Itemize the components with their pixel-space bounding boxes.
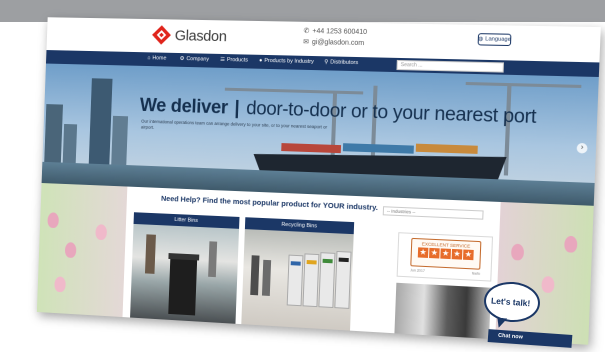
search-input[interactable]: Search ... — [396, 59, 505, 73]
building-shape — [44, 104, 63, 163]
product-card-litter-bins[interactable]: Litter Bins — [130, 212, 240, 324]
home-icon: ⌂ — [147, 55, 151, 62]
envelope-icon: ✉ — [303, 38, 310, 46]
star-icon: ★ — [429, 247, 440, 259]
cargo-stack — [342, 143, 414, 154]
building-shape — [88, 78, 113, 165]
badge-source: feefo — [471, 271, 481, 276]
cargo-stack — [281, 143, 342, 154]
logo-wordmark: Glasdon — [174, 26, 227, 45]
tulip-decoration — [564, 235, 578, 253]
email-row[interactable]: ✉ gi@glasdon.com — [303, 37, 367, 49]
nav-item-label: Products — [226, 57, 249, 64]
star-icon: ★ — [451, 248, 463, 260]
glasdon-logo[interactable]: Glasdon — [152, 25, 227, 46]
feefo-badge: EXCELLENT SERVICE ★ ★ ★ ★ ★ — [410, 237, 482, 270]
email-address: gi@glasdon.com — [311, 38, 365, 48]
litter-bin-photo — [130, 223, 240, 324]
nav-item-label: Products by Industry — [264, 57, 314, 66]
cargo-stack — [415, 143, 478, 154]
nav-item-distributors[interactable]: ⚲ Distributors — [324, 59, 358, 66]
map-pin-icon: ⚲ — [324, 59, 329, 66]
crane-leg — [503, 83, 512, 176]
hero-title-bold: We deliver — [139, 95, 229, 119]
hero-banner: We deliver | door-to-door or to your nea… — [41, 63, 599, 206]
review-badge-box[interactable]: EXCELLENT SERVICE ★ ★ ★ ★ ★ Jun 2017 fee… — [396, 232, 494, 282]
nav-item-label: Distributors — [330, 59, 359, 67]
help-title: Need Help? Find the most popular product… — [160, 193, 379, 213]
tulip-decoration — [54, 276, 66, 293]
industry-select[interactable]: -- Industries -- — [382, 206, 484, 220]
nav-item-home[interactable]: ⌂ Home — [147, 55, 166, 61]
star-icon: ★ — [440, 248, 452, 260]
tulip-decoration — [64, 242, 77, 259]
nav-item-products[interactable]: ☰ Products — [220, 57, 248, 64]
nav-item-label: Company — [186, 56, 210, 63]
nav-item-company[interactable]: ⚙ Company — [180, 56, 210, 63]
globe-icon: ● — [258, 57, 263, 64]
list-icon: ☰ — [220, 56, 226, 63]
star-rating: ★ ★ ★ ★ ★ — [412, 247, 480, 261]
building-shape — [111, 115, 129, 166]
phone-icon: ✆ — [303, 27, 310, 35]
badge-date: Jun 2017 — [410, 268, 425, 274]
tulip-decoration — [510, 243, 525, 261]
badge-footer: Jun 2017 feefo — [410, 268, 480, 276]
contact-info: ✆ +44 1253 600410 ✉ gi@glasdon.com — [303, 26, 367, 49]
globe-icon: ◍ — [478, 36, 484, 43]
nav-item-label: Home — [152, 55, 167, 62]
star-icon: ★ — [417, 247, 429, 258]
chat-bubble-text: Let's talk! — [490, 295, 531, 309]
building-shape — [62, 123, 78, 164]
crane-leg — [370, 85, 378, 167]
language-button[interactable]: ◍ Language — [477, 33, 512, 47]
tulip-decoration — [47, 212, 60, 229]
logo-diamond-icon — [152, 25, 172, 45]
product-card-recycling-bins[interactable]: Recycling Bins — [241, 217, 355, 331]
language-label: Language — [485, 36, 511, 43]
tulip-decoration — [95, 224, 108, 241]
star-icon: ★ — [462, 249, 474, 261]
tulip-decoration — [541, 275, 555, 294]
crane-beam — [465, 81, 582, 89]
gear-icon: ⚙ — [179, 55, 185, 62]
carousel-next-arrow-icon[interactable]: › — [576, 142, 588, 154]
recycling-bin-photo — [241, 229, 354, 331]
nav-item-products-by-industry[interactable]: ● Products by Industry — [259, 58, 314, 65]
hero-title-separator: | — [229, 97, 245, 119]
crane-beam — [224, 87, 364, 95]
help-panel: Need Help? Find the most popular product… — [122, 186, 501, 340]
bin-product-photo[interactable] — [394, 282, 492, 339]
